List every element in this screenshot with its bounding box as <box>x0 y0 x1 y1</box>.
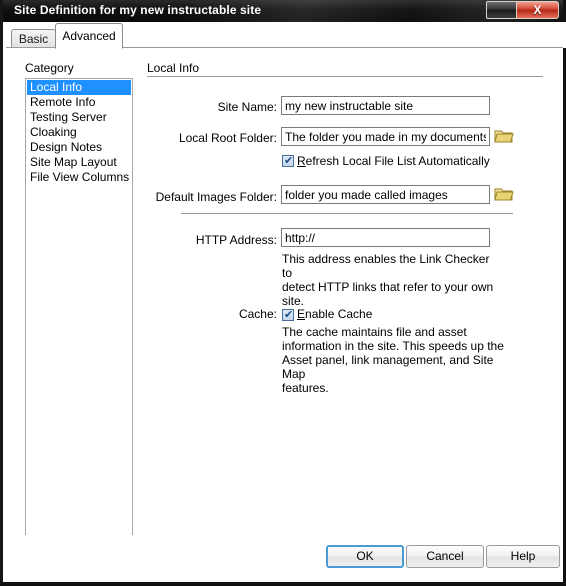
enable-cache-label-rest: nable Cache <box>305 307 373 321</box>
http-address-label: HTTP Address: <box>195 233 277 247</box>
title-bar[interactable]: Site Definition for my new instructable … <box>3 0 563 22</box>
enable-cache-label: Enable Cache <box>297 307 372 321</box>
site-definition-dialog: Site Definition for my new instructable … <box>0 0 566 586</box>
close-button[interactable]: X <box>516 1 559 19</box>
cache-label: Cache: <box>238 307 277 321</box>
default-images-folder-input[interactable] <box>281 185 490 204</box>
refresh-local-checkbox[interactable]: ✔ <box>282 155 294 167</box>
restore-button[interactable] <box>486 1 516 19</box>
category-item-design-notes[interactable]: Design Notes <box>27 140 131 155</box>
section-title: Local Info <box>147 61 205 75</box>
http-address-help-text: This address enables the Link Checker to… <box>282 252 494 308</box>
enable-cache-checkbox[interactable]: ✔ <box>282 309 294 321</box>
folder-icon <box>494 188 514 201</box>
default-images-folder-label: Default Images Folder: <box>155 190 277 204</box>
cancel-button[interactable]: Cancel <box>406 545 484 568</box>
section-divider-2 <box>181 213 513 214</box>
default-images-folder-browse-button[interactable] <box>494 185 514 203</box>
refresh-local-accelerator: R <box>297 154 306 168</box>
folder-icon <box>494 130 514 143</box>
category-item-cloaking[interactable]: Cloaking <box>27 125 131 140</box>
section-divider <box>147 76 543 77</box>
site-name-input[interactable] <box>281 96 490 115</box>
ok-button[interactable]: OK <box>326 545 404 568</box>
cache-help-text: The cache maintains file and asset infor… <box>282 325 504 395</box>
category-item-testing-server[interactable]: Testing Server <box>27 110 131 125</box>
category-item-remote-info[interactable]: Remote Info <box>27 95 131 110</box>
site-name-label: Site Name: <box>217 100 277 114</box>
category-item-site-map-layout[interactable]: Site Map Layout <box>27 155 131 170</box>
tab-strip: Basic Advanced <box>6 22 566 49</box>
local-root-folder-input[interactable] <box>281 127 490 146</box>
local-root-folder-label: Local Root Folder: <box>178 131 277 145</box>
refresh-local-label-rest: efresh Local File List Automatically <box>305 154 490 168</box>
tab-basic[interactable]: Basic <box>11 29 56 48</box>
tab-advanced[interactable]: Advanced <box>55 23 123 49</box>
local-root-folder-browse-button[interactable] <box>494 127 514 145</box>
close-icon: X <box>533 3 542 17</box>
category-listbox[interactable]: Local Info Remote Info Testing Server Cl… <box>25 78 133 564</box>
category-item-file-view-columns[interactable]: File View Columns <box>27 170 131 185</box>
category-item-local-info[interactable]: Local Info <box>27 80 131 95</box>
window-title: Site Definition for my new instructable … <box>14 3 262 17</box>
dialog-button-bar: OK Cancel Help <box>6 535 563 579</box>
refresh-local-label: Refresh Local File List Automatically <box>297 154 490 168</box>
check-icon: ✔ <box>284 155 294 167</box>
check-icon: ✔ <box>284 309 294 321</box>
http-address-input[interactable] <box>281 228 490 247</box>
help-button[interactable]: Help <box>486 545 560 568</box>
category-label: Category <box>25 61 74 75</box>
enable-cache-accelerator: E <box>297 307 306 321</box>
window-controls: X <box>486 1 559 20</box>
